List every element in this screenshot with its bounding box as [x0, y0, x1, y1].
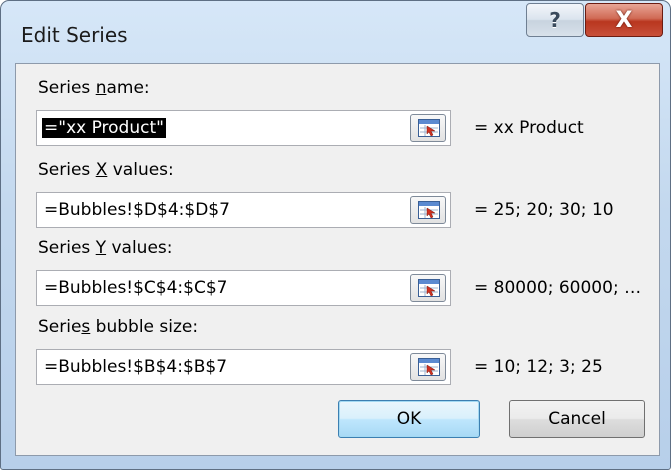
series-name-field[interactable]: ="xx Product" — [36, 110, 451, 146]
series-name-result: = xx Product — [474, 118, 584, 138]
collapse-dialog-icon — [418, 119, 440, 137]
series-y-range-button[interactable] — [410, 274, 446, 302]
series-bubble-size-value[interactable]: =Bubbles!$B$4:$B$7 — [44, 357, 227, 377]
title-bar[interactable]: Edit Series ? X — [1, 1, 670, 63]
series-x-value[interactable]: =Bubbles!$D$4:$D$7 — [44, 200, 230, 220]
series-name-label: Series name: — [38, 78, 150, 98]
series-bubble-size-range-button[interactable] — [410, 353, 446, 381]
series-x-label: Series X values: — [38, 160, 174, 180]
close-button[interactable]: X — [585, 3, 663, 37]
edit-series-dialog: Edit Series ? X Series name: ="xx Produc… — [0, 0, 671, 470]
series-name-range-button[interactable] — [410, 114, 446, 142]
help-icon: ? — [549, 8, 561, 32]
series-bubble-size-field[interactable]: =Bubbles!$B$4:$B$7 — [36, 349, 451, 385]
series-x-result: = 25; 20; 30; 10 — [474, 200, 614, 220]
collapse-dialog-icon — [418, 201, 440, 219]
series-y-value[interactable]: =Bubbles!$C$4:$C$7 — [44, 278, 227, 298]
ok-button[interactable]: OK — [338, 400, 480, 438]
dialog-body: Series name: ="xx Product" = xx Product … — [15, 63, 660, 456]
series-bubble-size-result: = 10; 12; 3; 25 — [474, 357, 603, 377]
series-name-value[interactable]: ="xx Product" — [42, 118, 166, 138]
help-button[interactable]: ? — [526, 3, 584, 37]
series-bubble-size-label: Series bubble size: — [38, 317, 199, 337]
dialog-title: Edit Series — [21, 23, 128, 47]
series-y-label: Series Y values: — [38, 238, 173, 258]
series-y-result: = 80000; 60000; … — [474, 278, 642, 298]
close-icon: X — [615, 7, 633, 33]
collapse-dialog-icon — [418, 358, 440, 376]
series-y-field[interactable]: =Bubbles!$C$4:$C$7 — [36, 270, 451, 306]
collapse-dialog-icon — [418, 279, 440, 297]
series-x-field[interactable]: =Bubbles!$D$4:$D$7 — [36, 192, 451, 228]
series-x-range-button[interactable] — [410, 196, 446, 224]
cancel-button[interactable]: Cancel — [509, 400, 645, 438]
